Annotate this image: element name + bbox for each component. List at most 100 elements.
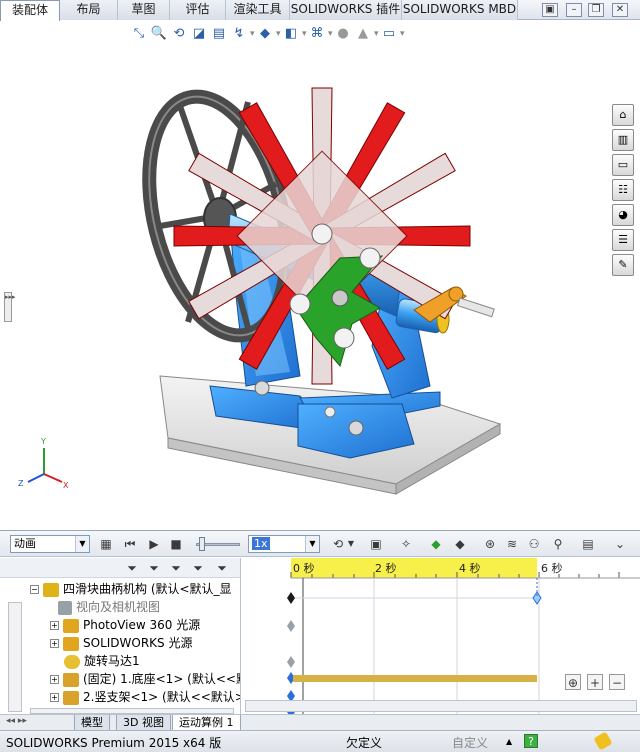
appearances-icon[interactable]: ◕: [612, 204, 634, 226]
results-plots-icon[interactable]: ▤: [580, 536, 596, 552]
close-icon[interactable]: ✕: [612, 3, 628, 17]
chevron-down-icon[interactable]: ▼: [346, 536, 356, 552]
expand-icon[interactable]: +: [50, 639, 59, 648]
play-icon[interactable]: ▶: [146, 536, 162, 552]
tab-model[interactable]: 模型: [74, 715, 110, 731]
playback-slider-thumb[interactable]: [199, 537, 205, 551]
dropdown-arrow-icon[interactable]: ▾: [250, 25, 255, 43]
tree-item-label: 四滑块曲柄机构 (默认<默认_显: [63, 582, 232, 596]
autokey-icon[interactable]: ◆: [428, 536, 444, 552]
view-palette-icon[interactable]: ☷: [612, 179, 634, 201]
zoom-out-icon[interactable]: −: [609, 674, 625, 690]
motion-toolbar: 动画 ▼ ▦ ⏮ ▶ ■ 1x ▼ ⟲ ▼ ▣ ✧ ◆ ◆ ⊛ ≋ ⚇ ⚲ ▤ …: [0, 531, 640, 557]
playback-speed-select[interactable]: 1x ▼: [248, 535, 320, 553]
add-key-icon[interactable]: ◆: [452, 536, 468, 552]
section-view-icon[interactable]: ◪: [190, 25, 208, 43]
collapse-icon[interactable]: −: [30, 585, 39, 594]
filter-results-icon[interactable]: ⏷: [214, 560, 230, 576]
dynamic-annotation-icon[interactable]: ↯: [230, 25, 248, 43]
tab-assembly[interactable]: 装配体: [0, 0, 60, 21]
dropdown-arrow-icon[interactable]: ▾: [302, 25, 307, 43]
zoom-in-icon[interactable]: +: [587, 674, 603, 690]
custom-properties-icon[interactable]: ☰: [612, 229, 634, 251]
edit-appearance-icon[interactable]: ⌘: [308, 25, 326, 43]
dropdown-arrow-icon[interactable]: ▾: [328, 25, 333, 43]
minimize-icon[interactable]: –: [566, 3, 582, 17]
filter-selected-icon[interactable]: ⏷: [190, 560, 206, 576]
timeline-hscroll[interactable]: [245, 700, 637, 712]
tab-layout[interactable]: 布局: [60, 0, 118, 20]
calculate-icon[interactable]: ▦: [98, 536, 114, 552]
tab-render-tools[interactable]: 渲染工具: [226, 0, 290, 20]
graphics-area[interactable]: Y X Z ▸▸▸ ⌂ ▥ ▭ ☷ ◕ ☰ ✎: [0, 46, 640, 528]
custom-units[interactable]: 自定义: [452, 734, 488, 751]
expand-icon[interactable]: +: [50, 693, 59, 702]
tab-evaluate[interactable]: 评估: [170, 0, 226, 20]
chevron-down-icon[interactable]: ▼: [305, 536, 319, 552]
tree-item-views-cameras[interactable]: 视向及相机视图: [58, 598, 160, 616]
tab-scroll-arrows-icon[interactable]: ◂◂ ▸▸: [6, 716, 27, 726]
display-monitor-icon[interactable]: ▭: [380, 25, 398, 43]
design-library-icon[interactable]: ▥: [612, 129, 634, 151]
help-icon[interactable]: ?: [524, 734, 538, 748]
tile-icon[interactable]: ▣: [542, 3, 558, 17]
collapse-panel-icon[interactable]: ⌄: [612, 536, 628, 552]
tab-sketch[interactable]: 草图: [118, 0, 170, 20]
tab-motion-study-1[interactable]: 运动算例 1: [172, 715, 241, 731]
part-icon: [63, 690, 79, 705]
motor-icon[interactable]: ⊛: [482, 536, 498, 552]
tree-item-vertical-bracket[interactable]: +2.竖支架<1> (默认<<默认>: [50, 688, 240, 706]
expand-icon[interactable]: +: [50, 621, 59, 630]
chevron-up-icon[interactable]: ▲: [506, 737, 512, 746]
zoom-to-fit-icon[interactable]: ⤡: [130, 25, 148, 43]
tree-item-solidworks-lights[interactable]: + SOLIDWORKS 光源: [50, 634, 192, 652]
apply-scene-icon[interactable]: ●: [334, 25, 352, 43]
motion-study-panel: 动画 ▼ ▦ ⏮ ▶ ■ 1x ▼ ⟲ ▼ ▣ ✧ ◆ ◆ ⊛ ≋ ⚇ ⚲ ▤ …: [0, 530, 640, 731]
hide-show-icon[interactable]: ◧: [282, 25, 300, 43]
dropdown-arrow-icon[interactable]: ▾: [400, 25, 405, 43]
tab-solidworks-addins[interactable]: SOLIDWORKS 插件: [290, 0, 402, 20]
dropdown-arrow-icon[interactable]: ▾: [276, 25, 281, 43]
filter-driving-icon[interactable]: ⏷: [168, 560, 184, 576]
file-explorer-icon[interactable]: ▭: [612, 154, 634, 176]
save-animation-icon[interactable]: ▣: [368, 536, 384, 552]
contact-icon[interactable]: ⚇: [526, 536, 542, 552]
previous-view-icon[interactable]: ⟲: [170, 25, 188, 43]
gravity-icon[interactable]: ⚲: [550, 536, 566, 552]
motion-timeline[interactable]: 0 秒 2 秒 4 秒 6 秒 ⊕ + −: [240, 558, 640, 715]
tab-3d-views[interactable]: 3D 视图: [116, 715, 171, 731]
display-style-icon[interactable]: ◆: [256, 25, 274, 43]
tree-item-assembly[interactable]: − 四滑块曲柄机构 (默认<默认_显: [30, 580, 232, 598]
assembly-icon: [43, 582, 59, 597]
ribbon-tab-bar: 装配体 布局 草图 评估 渲染工具 SOLIDWORKS 插件 SOLIDWOR…: [0, 0, 640, 21]
dropdown-arrow-icon[interactable]: ▾: [374, 25, 379, 43]
tree-item-photoview-lights[interactable]: + PhotoView 360 光源: [50, 616, 200, 634]
view-settings-icon[interactable]: ▲: [354, 25, 372, 43]
view-orientation-icon[interactable]: ▤: [210, 25, 228, 43]
chevron-down-icon[interactable]: ▼: [75, 536, 89, 552]
filter-icon[interactable]: ⏷: [124, 560, 140, 576]
svg-text:X: X: [63, 481, 69, 490]
tree-item-base[interactable]: + (固定) 1.底座<1> (默认<<默: [50, 670, 240, 688]
tree-scrollbar[interactable]: [8, 602, 22, 712]
play-from-start-icon[interactable]: ⏮: [122, 536, 138, 552]
study-type-select[interactable]: 动画 ▼: [10, 535, 90, 553]
spring-icon[interactable]: ≋: [504, 536, 520, 552]
part-icon: [63, 672, 79, 687]
restore-icon[interactable]: ❐: [588, 3, 604, 17]
timeline-graphic[interactable]: [241, 558, 640, 715]
stop-icon[interactable]: ■: [168, 536, 184, 552]
assembly-model-view[interactable]: Y X Z: [0, 46, 640, 528]
resources-icon[interactable]: ✎: [612, 254, 634, 276]
home-icon[interactable]: ⌂: [612, 104, 634, 126]
filter-animated-icon[interactable]: ⏷: [146, 560, 162, 576]
feature-manager-toggle[interactable]: ▸▸▸: [4, 292, 16, 322]
rebuild-icon[interactable]: [593, 731, 613, 751]
expand-icon[interactable]: +: [50, 675, 59, 684]
zoom-area-icon[interactable]: 🔍: [150, 25, 168, 43]
tab-solidworks-mbd[interactable]: SOLIDWORKS MBD: [402, 0, 518, 20]
zoom-to-fit-timeline-icon[interactable]: ⊕: [565, 674, 581, 690]
playback-mode-icon[interactable]: ⟲: [330, 536, 346, 552]
animation-wizard-icon[interactable]: ✧: [398, 536, 414, 552]
tree-item-rotary-motor[interactable]: 旋转马达1: [64, 652, 140, 670]
